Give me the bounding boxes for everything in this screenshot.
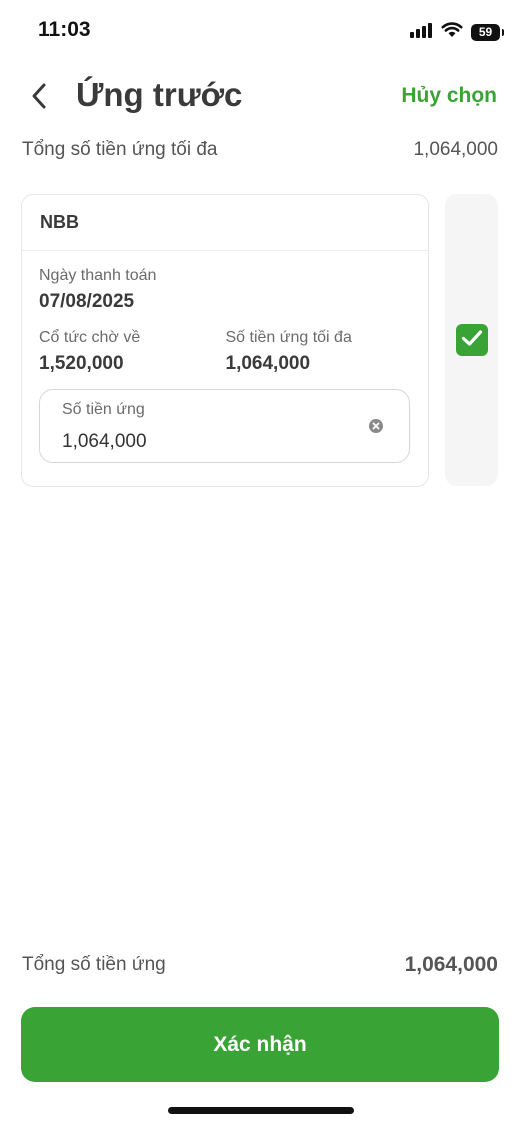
home-indicator[interactable]	[168, 1107, 354, 1114]
advance-card: NBB Ngày thanh toán 07/08/2025 Cổ tức ch…	[21, 194, 429, 487]
battery-icon: 59	[471, 23, 504, 41]
advance-amount-input[interactable]: 1,064,000	[62, 431, 147, 453]
page-title: Ứng trước	[76, 76, 243, 113]
max-total-label: Tổng số tiền ứng tối đa	[22, 139, 218, 160]
back-button[interactable]	[22, 80, 56, 116]
payment-date-label: Ngày thanh toán	[39, 267, 157, 284]
dividend-label: Cổ tức chờ về	[39, 329, 141, 346]
advance-amount-field[interactable]: Số tiền ứng 1,064,000	[39, 389, 410, 463]
status-icons: 59	[409, 20, 504, 44]
dividend-col: Cổ tức chờ về 1,520,000	[39, 329, 226, 375]
payment-date-value: 07/08/2025	[39, 291, 135, 312]
clear-circle-icon[interactable]	[368, 418, 384, 434]
status-time: 11:03	[38, 18, 91, 41]
check-icon	[461, 329, 483, 352]
select-checkbox[interactable]	[456, 324, 488, 356]
max-advance-label: Số tiền ứng tối đa	[225, 329, 352, 346]
cancel-selection-button[interactable]: Hủy chọn	[401, 84, 497, 108]
max-total-value: 1,064,000	[413, 139, 498, 160]
advance-screen: 11:03 59 Ứng trước Hủy chọn Tổng số tiền…	[0, 0, 520, 1125]
max-advance-value: 1,064,000	[225, 353, 311, 374]
chevron-left-icon	[29, 82, 49, 115]
confirm-button[interactable]: Xác nhận	[21, 1007, 499, 1082]
card-body: Ngày thanh toán 07/08/2025 Cổ tức chờ về…	[22, 251, 428, 463]
wifi-icon	[441, 21, 463, 43]
advance-amount-label: Số tiền ứng	[62, 401, 145, 418]
battery-level: 59	[478, 25, 493, 39]
signal-icon	[409, 22, 433, 43]
max-total-row: Tổng số tiền ứng tối đa 1,064,000	[22, 139, 498, 161]
total-advance-value: 1,064,000	[404, 953, 498, 976]
card-symbol: NBB	[22, 195, 428, 251]
dividend-value: 1,520,000	[39, 353, 124, 374]
max-advance-col: Số tiền ứng tối đa 1,064,000	[226, 329, 413, 375]
total-advance-row: Tổng số tiền ứng 1,064,000	[22, 953, 498, 977]
dividend-row: Cổ tức chờ về 1,520,000 Số tiền ứng tối …	[39, 329, 412, 375]
total-advance-label: Tổng số tiền ứng	[22, 954, 166, 975]
card-select-panel[interactable]	[445, 194, 498, 486]
